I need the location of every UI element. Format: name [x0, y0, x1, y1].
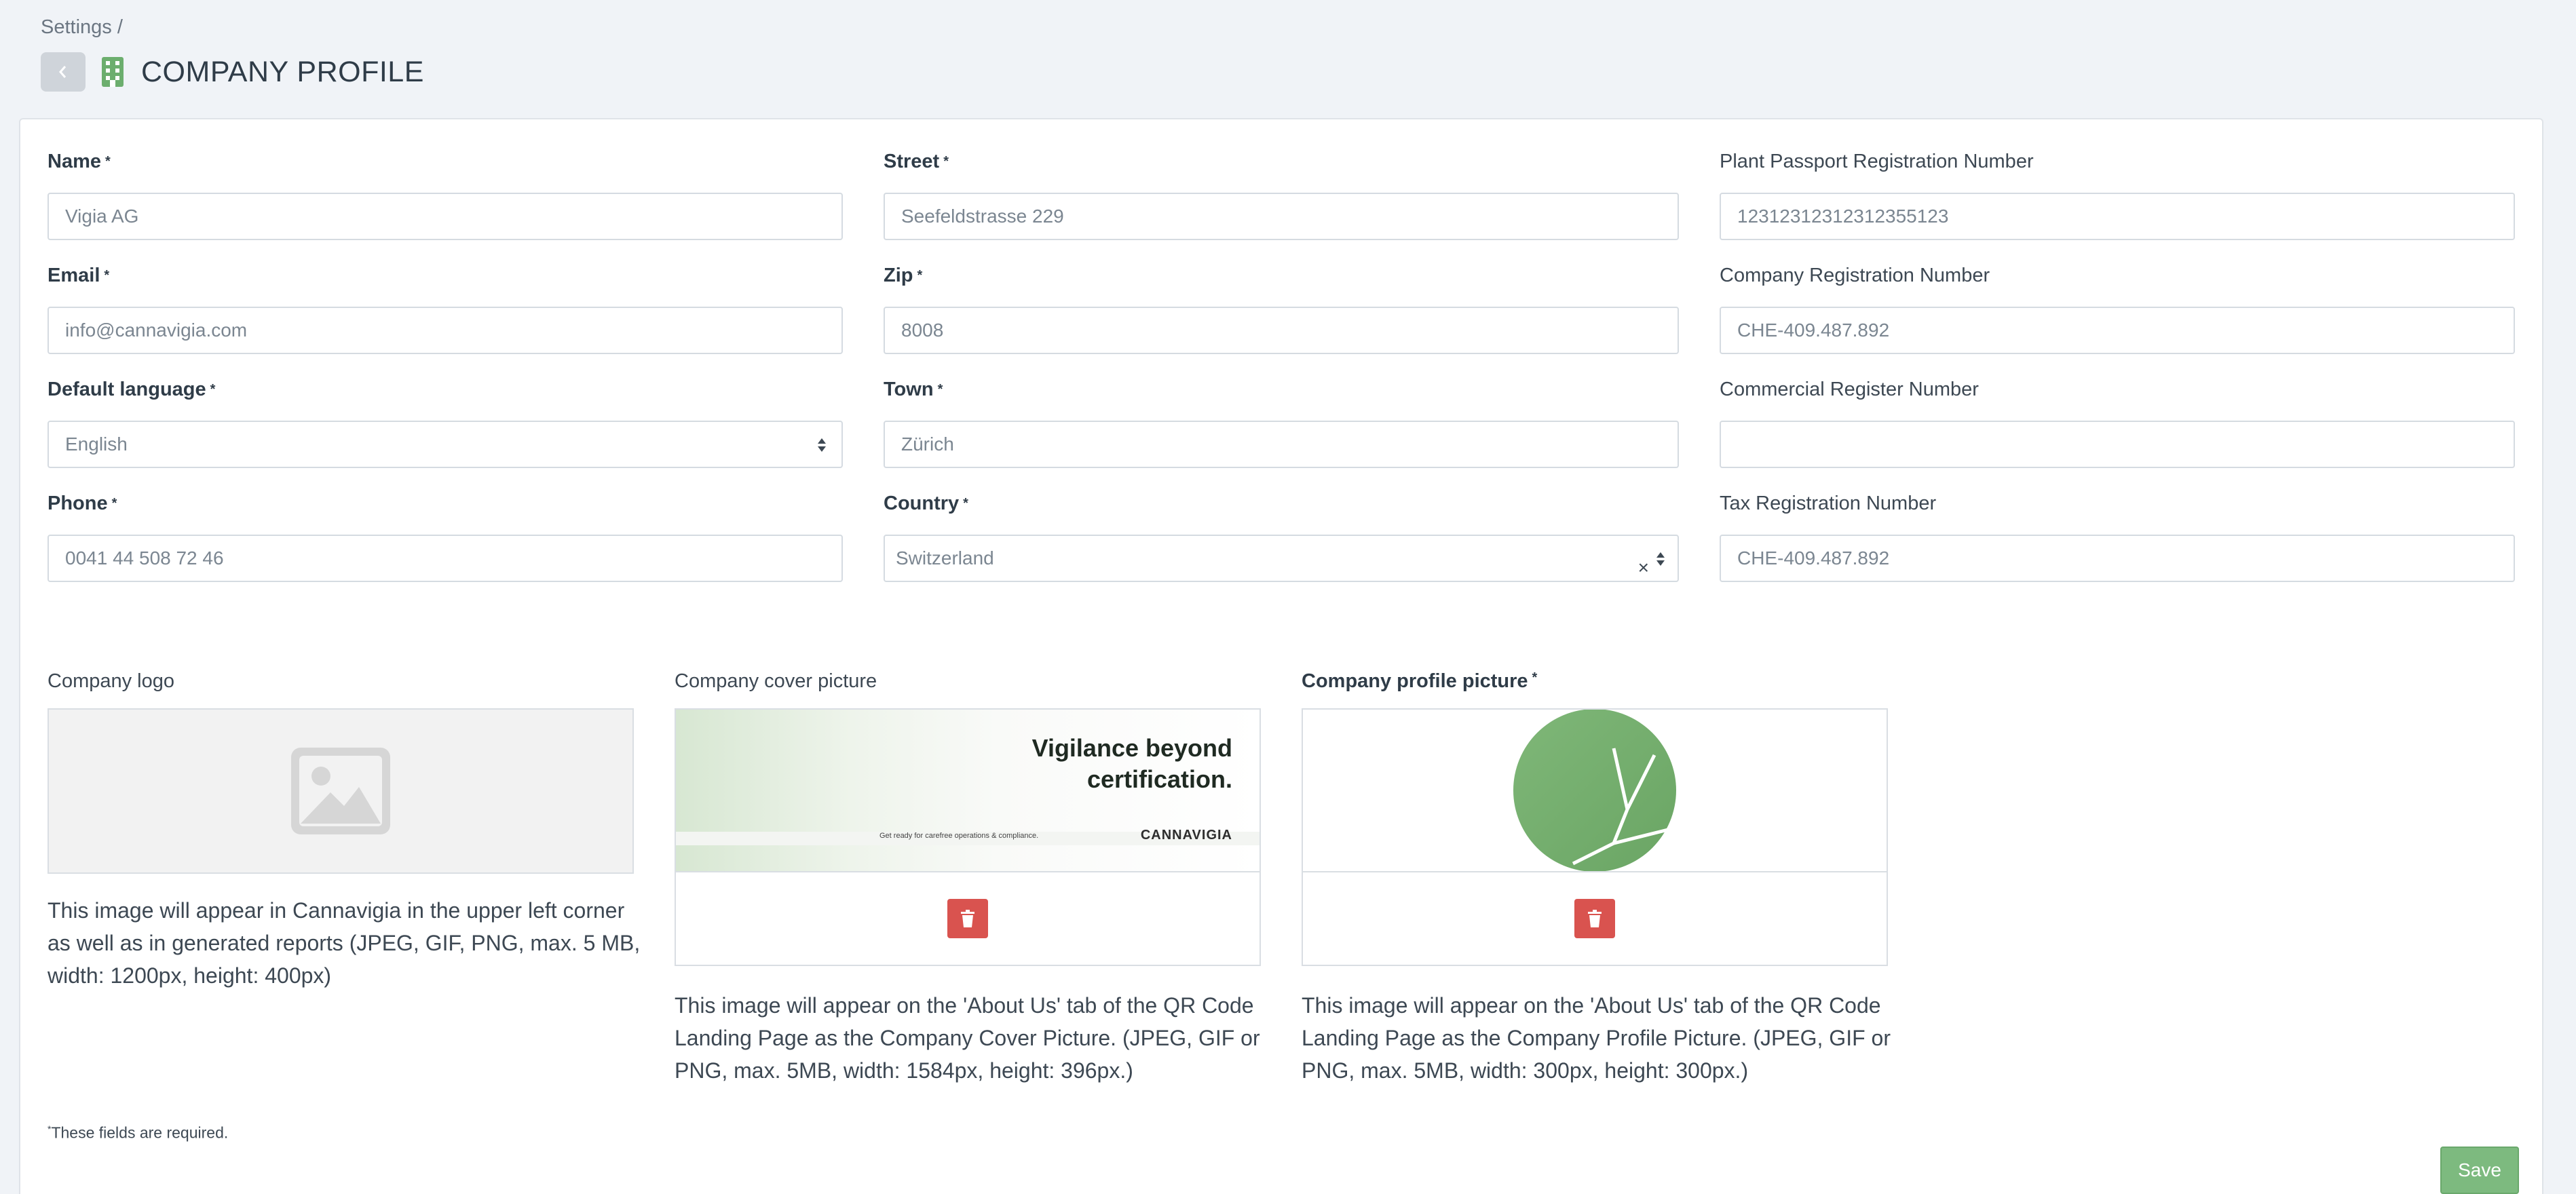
page-header: COMPANY PROFILE	[41, 52, 424, 92]
company-reg-field-group: Company Registration Number CHE-409.487.…	[1720, 263, 2515, 354]
email-input[interactable]: info@cannavigia.com	[48, 307, 843, 354]
phone-label: Phone	[48, 493, 108, 514]
required-marker: *	[943, 154, 949, 169]
select-arrows-icon	[818, 438, 826, 452]
profile-image	[1513, 710, 1676, 871]
clear-icon[interactable]: ×	[1638, 545, 1649, 590]
country-field-group: Country * Switzerland ×	[884, 491, 1679, 582]
select-arrows-icon	[1656, 552, 1665, 566]
commercial-reg-label: Commercial Register Number	[1720, 379, 1979, 400]
profile-help-text: This image will appear on the 'About Us'…	[1302, 993, 1891, 1083]
plant-passport-label: Plant Passport Registration Number	[1720, 151, 2034, 172]
logo-help-text: This image will appear in Cannavigia in …	[48, 898, 641, 988]
street-field-group: Street * Seefeldstrasse 229	[884, 149, 1679, 240]
country-select[interactable]: Switzerland ×	[884, 535, 1679, 582]
commercial-reg-input[interactable]	[1720, 421, 2515, 468]
name-field-group: Name * Vigia AG	[48, 149, 843, 240]
company-reg-input[interactable]: CHE-409.487.892	[1720, 307, 2515, 354]
plant-passport-field-group: Plant Passport Registration Number 12312…	[1720, 149, 2515, 240]
save-button[interactable]: Save	[2440, 1147, 2519, 1194]
required-marker: *	[104, 268, 110, 283]
country-select-value: Switzerland	[896, 547, 994, 569]
trash-icon	[1588, 910, 1602, 927]
cover-image: Vigilance beyond certification. Get read…	[676, 710, 1259, 872]
email-label: Email	[48, 265, 100, 286]
tax-reg-label: Tax Registration Number	[1720, 493, 1937, 514]
delete-profile-button[interactable]	[1574, 899, 1615, 938]
required-marker: *	[210, 382, 216, 397]
language-select-value: English	[65, 434, 128, 455]
zip-field-group: Zip * 8008	[884, 263, 1679, 354]
name-label: Name	[48, 151, 101, 172]
phone-input[interactable]: 0041 44 508 72 46	[48, 535, 843, 582]
tax-reg-field-group: Tax Registration Number CHE-409.487.892	[1720, 491, 2515, 582]
cover-label: Company cover picture	[675, 670, 877, 692]
cover-help-text: This image will appear on the 'About Us'…	[675, 993, 1260, 1083]
plant-passport-input[interactable]: 12312312312312355123	[1720, 193, 2515, 240]
company-profile-form: Name * Vigia AG Email * info@cannavigia.co…	[19, 118, 2543, 1194]
zip-label: Zip	[884, 265, 913, 286]
delete-cover-button[interactable]	[947, 899, 988, 938]
town-input[interactable]: Zürich	[884, 421, 1679, 468]
name-input[interactable]: Vigia AG	[48, 193, 843, 240]
language-select[interactable]: English	[48, 421, 843, 468]
required-marker: *	[111, 496, 117, 511]
required-fields-note: *These fields are required.	[48, 1123, 229, 1142]
required-marker: *	[105, 154, 111, 169]
language-field-group: Default language * English	[48, 377, 843, 468]
email-field-group: Email * info@cannavigia.com	[48, 263, 843, 354]
cover-upload: Vigilance beyond certification. Get read…	[675, 708, 1261, 966]
breadcrumb[interactable]: Settings /	[41, 16, 123, 39]
town-field-group: Town * Zürich	[884, 377, 1679, 468]
cover-heading-line-2: certification.	[1086, 765, 1232, 793]
logo-upload-dropzone[interactable]	[48, 708, 634, 874]
building-icon	[102, 56, 126, 88]
logo-label: Company logo	[48, 670, 174, 692]
tax-reg-input[interactable]: CHE-409.487.892	[1720, 535, 2515, 582]
town-label: Town	[884, 379, 934, 400]
language-label: Default language	[48, 379, 206, 400]
required-marker: *	[1532, 670, 1538, 685]
chevron-left-icon	[59, 66, 67, 78]
zip-input[interactable]: 8008	[884, 307, 1679, 354]
back-button[interactable]	[41, 52, 86, 92]
profile-upload	[1302, 708, 1888, 966]
cover-heading-line-1: Vigilance beyond	[1031, 734, 1232, 762]
required-marker: *	[917, 268, 923, 283]
company-reg-label: Company Registration Number	[1720, 265, 1990, 286]
commercial-reg-field-group: Commercial Register Number	[1720, 377, 2515, 468]
required-marker: *	[937, 382, 943, 397]
country-label: Country	[884, 493, 960, 514]
profile-label: Company profile picture	[1302, 670, 1528, 692]
image-placeholder-icon	[291, 748, 390, 834]
street-input[interactable]: Seefeldstrasse 229	[884, 193, 1679, 240]
cover-tagline: Get ready for carefree operations & comp…	[879, 832, 1039, 840]
cover-brand-logo: CANNAVIGIA	[1140, 828, 1232, 843]
trash-icon	[961, 910, 974, 927]
street-label: Street	[884, 151, 940, 172]
phone-field-group: Phone * 0041 44 508 72 46	[48, 491, 843, 582]
required-marker: *	[963, 496, 968, 511]
page-title: COMPANY PROFILE	[141, 55, 424, 88]
